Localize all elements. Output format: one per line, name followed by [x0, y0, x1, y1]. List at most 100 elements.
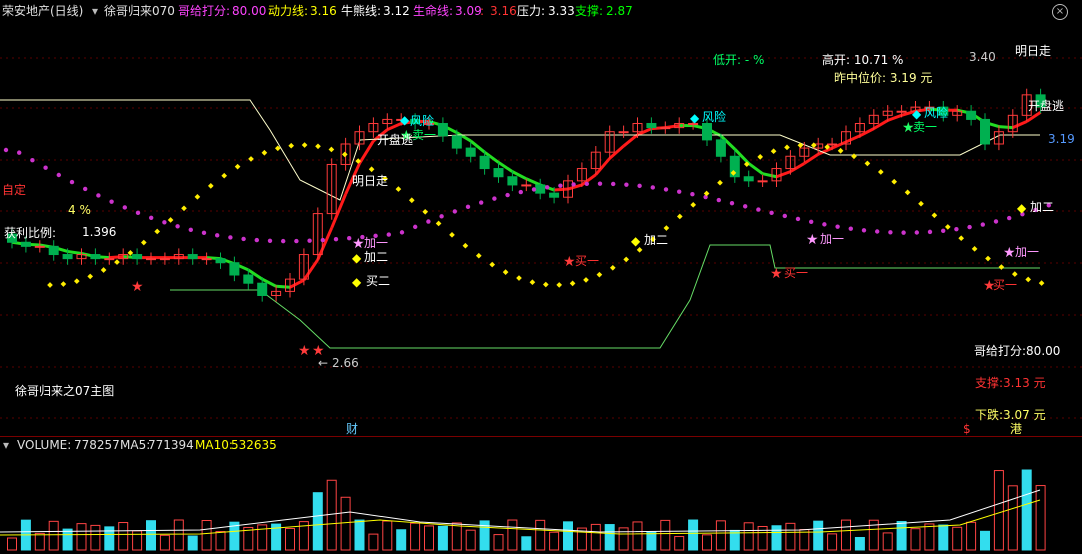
candle-body — [437, 123, 448, 137]
magenta-dot — [677, 189, 682, 194]
volume-bar — [48, 520, 59, 551]
magenta-dot — [980, 222, 985, 227]
right-score-label: 哥给打分:80.00 — [974, 344, 1061, 358]
magenta-dot — [426, 219, 431, 224]
yellow-dot — [100, 267, 107, 273]
kai-pan-tao-right: 开盘逃 — [1028, 99, 1065, 113]
signal-diamond-icon: ◆ — [352, 275, 362, 289]
yellow-dot — [623, 256, 630, 263]
volume-bar — [229, 521, 240, 551]
magenta-dot — [716, 197, 721, 203]
candle-body — [646, 123, 657, 129]
ming-ri-zou-top: 明日走 — [1015, 44, 1052, 58]
magenta-dot — [267, 238, 273, 244]
magenta-dot — [690, 192, 695, 197]
signal-star-icon: ★ — [563, 254, 576, 270]
magenta-dot — [571, 182, 576, 187]
magenta-dot — [729, 200, 735, 206]
yellow-dot — [596, 271, 603, 278]
magenta-dot — [399, 230, 405, 235]
yellow-dot — [918, 200, 924, 207]
volume-bar — [312, 492, 323, 551]
magenta-dot — [43, 165, 48, 170]
yellow-dot — [556, 282, 563, 288]
trend-line-segment — [859, 127, 875, 138]
candle-body — [451, 135, 462, 149]
finance-marker[interactable]: 财 — [346, 422, 358, 436]
yellow-dot — [891, 178, 898, 185]
price-high-label: 3.40 — [969, 50, 996, 64]
candle-body — [757, 180, 768, 183]
magenta-dot — [201, 230, 207, 236]
right-support-label: 支撑:3.13 元 — [975, 376, 1046, 390]
dividend-marker[interactable]: $ — [963, 422, 971, 436]
volume-collapse-icon[interactable]: ▾ — [3, 438, 9, 452]
trend-line-segment — [845, 134, 861, 144]
magenta-dot — [69, 179, 75, 185]
yellow-dot — [837, 147, 844, 154]
candle-body — [48, 245, 59, 256]
yellow-dot — [328, 146, 335, 153]
signal-star-icon: ★ — [770, 266, 783, 282]
yellow-dot — [60, 281, 67, 287]
trend-line-segment — [1012, 120, 1028, 129]
magenta-dot — [320, 237, 325, 243]
candle-body — [507, 176, 518, 186]
candle-body — [549, 192, 560, 198]
add-one-label-2: 加一 — [820, 232, 845, 246]
ma5-value: 771394 — [148, 438, 194, 452]
yellow-dot — [542, 281, 549, 288]
candle-body — [104, 258, 115, 261]
magenta-dot — [809, 219, 814, 224]
yellow-dot — [944, 224, 951, 230]
low-open-label: 低开: - % — [713, 53, 765, 67]
yellow-dot — [87, 273, 94, 280]
buy-one-label-2: 买一 — [784, 266, 809, 280]
magenta-dot — [30, 158, 35, 163]
add-two-label-2: 加二 — [644, 233, 669, 247]
ma5-label: MA5: — [120, 438, 151, 452]
candle-body — [743, 176, 754, 182]
magenta-dot — [663, 187, 669, 192]
magenta-dot — [83, 186, 88, 192]
yellow-dot — [717, 179, 723, 186]
magenta-dot — [848, 226, 853, 231]
trend-line-segment — [789, 162, 806, 173]
magenta-dot — [584, 181, 589, 187]
sell-one-label-2: 卖一 — [412, 128, 437, 142]
volume-bar — [298, 521, 309, 551]
magenta-dot — [954, 226, 959, 232]
main-chart-canvas[interactable]: ★★ ★★★★★ ★★★★◆ ◆ ◆◆◆◆◆ — [0, 0, 1082, 436]
volume-bar — [854, 537, 865, 551]
volume-bar — [437, 525, 448, 551]
kai-pan-tao-left: 开盘逃 — [377, 133, 414, 147]
ma5-volume-line — [0, 489, 1041, 533]
yellow-dot — [877, 169, 884, 175]
candle-body — [980, 118, 990, 145]
volume-bar — [729, 529, 740, 551]
volume-bar — [618, 527, 629, 551]
ma10-volume-line — [0, 499, 1041, 536]
volume-bar — [590, 523, 601, 551]
volume-bar — [20, 519, 31, 551]
magenta-dot — [545, 185, 550, 190]
magenta-dot — [3, 147, 9, 153]
signal-diamond-icon: ◆ — [690, 111, 700, 125]
yellow-dot — [676, 213, 683, 220]
volume-bar — [271, 523, 282, 551]
volume-bar — [118, 522, 129, 551]
ma10-value: 532635 — [231, 438, 277, 452]
profit-ratio-label: 获利比例: — [4, 226, 57, 240]
volume-bar — [563, 521, 573, 551]
magenta-dot — [162, 220, 167, 225]
volume-bar — [632, 521, 643, 551]
yellow-dot — [368, 166, 375, 173]
magenta-dot — [452, 209, 457, 214]
volume-bar — [549, 531, 560, 551]
magenta-dot — [769, 210, 774, 216]
magenta-dot — [56, 172, 61, 178]
yellow-dot — [114, 259, 120, 265]
hk-connect-marker[interactable]: 港 — [1010, 422, 1022, 436]
yellow-dot — [408, 197, 415, 204]
buy-two-label: 买二 — [366, 274, 391, 288]
